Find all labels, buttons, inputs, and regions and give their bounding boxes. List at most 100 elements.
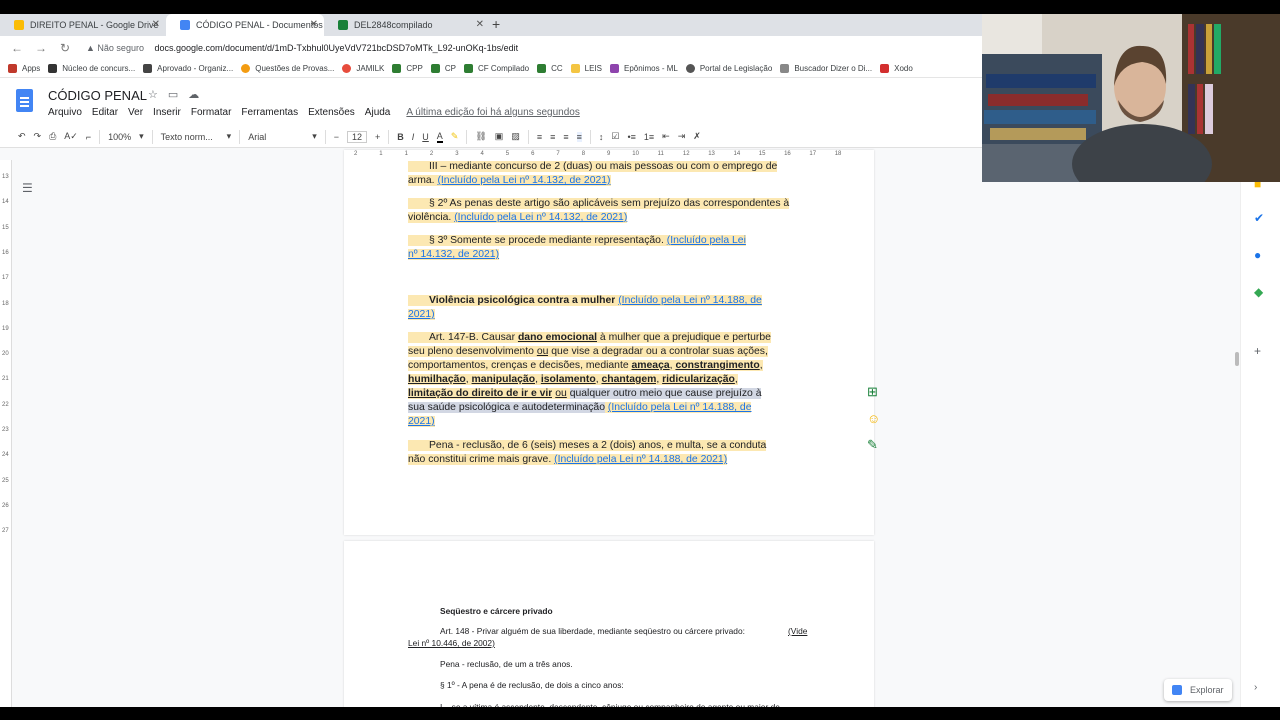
forward-icon[interactable]: → — [34, 41, 48, 55]
chevron-down-icon[interactable]: ▾ — [312, 131, 317, 142]
text-line[interactable]: não constitui crime mais grave. (Incluíd… — [408, 453, 812, 467]
bullet-list-icon[interactable]: •≡ — [627, 132, 635, 142]
bookmark-item[interactable]: Questões de Provas... — [241, 64, 334, 73]
section-heading[interactable]: Violência psicológica contra a mulher (I… — [408, 294, 812, 308]
comment-icon[interactable]: ▣ — [495, 131, 504, 142]
bookmark-item[interactable]: CC — [537, 64, 563, 73]
font-size-input[interactable]: 12 — [347, 130, 368, 143]
text-line[interactable]: Pena - reclusão, de um a três anos. — [440, 659, 573, 669]
last-edit-link[interactable]: A última edição foi há alguns segundos — [406, 107, 579, 118]
paint-format-icon[interactable]: ⌐ — [86, 132, 91, 142]
undo-icon[interactable]: ↶ — [18, 131, 26, 142]
menu-arquivo[interactable]: Arquivo — [48, 107, 82, 118]
move-folder-icon[interactable]: ▭ — [168, 89, 188, 101]
text-line[interactable]: nº 14.132, de 2021) — [408, 248, 812, 262]
text-line[interactable]: comportamentos, crenças e decisões, medi… — [408, 359, 812, 373]
text-line[interactable]: § 2º As penas deste artigo são aplicávei… — [408, 197, 812, 211]
bookmark-apps[interactable]: Apps — [8, 64, 40, 73]
tab-del2848[interactable]: DEL2848compilado ✕ — [324, 14, 490, 36]
text-line[interactable]: sua saúde psicológica e autodeterminação… — [408, 401, 812, 415]
suggest-edits-icon[interactable]: ✎ — [867, 437, 878, 453]
reload-icon[interactable]: ↻ — [58, 41, 72, 55]
menu-ferramentas[interactable]: Ferramentas — [241, 107, 298, 118]
align-right-icon[interactable]: ≡ — [563, 132, 568, 142]
text-line[interactable]: Art. 148 - Privar alguém de sua liberdad… — [440, 626, 745, 636]
align-justify-icon[interactable]: ≡ — [576, 131, 582, 142]
add-comment-icon[interactable]: ⊞ — [867, 384, 878, 400]
law-link[interactable]: (Incluído pela Lei nº 14.188, de 2021) — [554, 454, 728, 465]
close-icon[interactable]: ✕ — [476, 19, 484, 30]
tab-codigo-penal[interactable]: CÓDIGO PENAL - Documentos G ✕ — [166, 14, 324, 36]
decrease-indent-icon[interactable]: ⇤ — [662, 131, 670, 142]
text-line[interactable]: § 3º Somente se procede mediante represe… — [408, 234, 812, 248]
redo-icon[interactable]: ↷ — [34, 131, 42, 142]
scrollbar[interactable] — [1235, 352, 1239, 366]
chevron-right-icon[interactable]: › — [1254, 682, 1257, 693]
clear-format-icon[interactable]: ✗ — [693, 131, 701, 142]
text-line[interactable]: III – mediante concurso de 2 (duas) ou m… — [408, 160, 812, 174]
bold-icon[interactable]: B — [397, 132, 404, 142]
link-icon[interactable]: ⛓ — [475, 131, 486, 142]
outline-icon[interactable]: ☰ — [22, 181, 36, 195]
star-icon[interactable]: ☆ — [148, 89, 168, 101]
bookmark-item[interactable]: Aprovado - Organiz... — [143, 64, 233, 73]
law-link[interactable]: (Incluído pela Lei nº 14.132, de 2021) — [454, 212, 628, 223]
back-icon[interactable]: ← — [10, 41, 24, 55]
increase-indent-icon[interactable]: ⇥ — [678, 131, 686, 142]
bookmark-item[interactable]: LEIS — [570, 64, 602, 73]
menu-ajuda[interactable]: Ajuda — [365, 107, 391, 118]
font-select[interactable]: Arial — [248, 132, 304, 142]
law-link[interactable]: (Incluído pela Lei — [666, 235, 746, 246]
law-link[interactable]: 2021) — [408, 416, 435, 427]
text-line[interactable]: Art. 147-B. Causar dano emocional à mulh… — [408, 331, 812, 345]
maps-icon[interactable]: ◆ — [1254, 285, 1263, 299]
url-field[interactable]: ▲ Não seguro docs.google.com/document/d/… — [86, 43, 518, 53]
underline-icon[interactable]: U — [422, 132, 429, 142]
text-line[interactable]: Pena - reclusão, de 6 (seis) meses a 2 (… — [408, 439, 812, 453]
align-center-icon[interactable]: ≡ — [550, 132, 555, 142]
section-heading[interactable]: Seqüestro e cárcere privado — [440, 606, 553, 616]
zoom-select[interactable]: 100% — [108, 132, 131, 142]
menu-editar[interactable]: Editar — [92, 107, 118, 118]
decrease-size-icon[interactable]: − — [334, 132, 339, 142]
law-link[interactable]: (Incluído pela Lei nº 14.188, de — [618, 295, 762, 306]
chevron-down-icon[interactable]: ▾ — [227, 131, 232, 142]
cloud-status-icon[interactable]: ☁ — [188, 89, 209, 101]
text-line[interactable]: 2021) — [408, 308, 812, 322]
text-line[interactable]: violência. (Incluído pela Lei nº 14.132,… — [408, 211, 812, 225]
text-line[interactable]: arma. (Incluído pela Lei nº 14.132, de 2… — [408, 174, 812, 188]
tab-drive[interactable]: DIREITO PENAL - Google Drive ✕ — [0, 14, 166, 36]
text-line[interactable]: humilhação, manipulação, isolamento, cha… — [408, 373, 812, 387]
spellcheck-icon[interactable]: A✓ — [64, 131, 78, 142]
align-left-icon[interactable]: ≡ — [537, 132, 542, 142]
text-line[interactable]: § 1º - A pena é de reclusão, de dois a c… — [440, 680, 624, 690]
text-line[interactable]: limitação do direito de ir e vir ou qual… — [408, 387, 812, 401]
document-title[interactable]: CÓDIGO PENAL — [48, 88, 147, 103]
bookmark-item[interactable]: Buscador Dizer o Di... — [780, 64, 872, 73]
bookmark-item[interactable]: Portal de Legislação — [685, 64, 772, 73]
text-color-icon[interactable]: A — [436, 131, 443, 143]
new-tab-icon[interactable]: + — [492, 16, 500, 32]
text-line[interactable]: 2021) — [408, 415, 812, 429]
bookmark-item[interactable]: JAMILK — [342, 64, 384, 73]
close-icon[interactable]: ✕ — [152, 19, 160, 30]
bookmark-item[interactable]: CPP — [392, 64, 423, 73]
text-line[interactable]: seu pleno desenvolvimento ou que vise a … — [408, 345, 812, 359]
italic-icon[interactable]: I — [412, 132, 415, 142]
emoji-reaction-icon[interactable]: ☺ — [867, 411, 880, 426]
bookmark-item[interactable]: Xodo — [880, 64, 913, 73]
increase-size-icon[interactable]: + — [375, 132, 380, 142]
bookmark-item[interactable]: Núcleo de concurs... — [48, 64, 135, 73]
add-addon-icon[interactable]: + — [1254, 344, 1261, 358]
line-spacing-icon[interactable]: ↕ — [599, 132, 604, 142]
menu-extensoes[interactable]: Extensões — [308, 107, 355, 118]
law-link[interactable]: nº 14.132, de 2021) — [408, 249, 500, 260]
bookmark-item[interactable]: Epônimos - ML — [610, 64, 678, 73]
law-link[interactable]: Lei nº 10.446, de 2002) — [408, 638, 495, 648]
menu-ver[interactable]: Ver — [128, 107, 143, 118]
numbered-list-icon[interactable]: 1≡ — [644, 132, 654, 142]
image-icon[interactable]: ▨ — [511, 131, 520, 142]
checklist-icon[interactable]: ☑ — [611, 131, 619, 142]
law-link[interactable]: (Incluído pela Lei nº 14.132, de 2021) — [437, 175, 611, 186]
style-select[interactable]: Texto norm... — [161, 132, 219, 142]
